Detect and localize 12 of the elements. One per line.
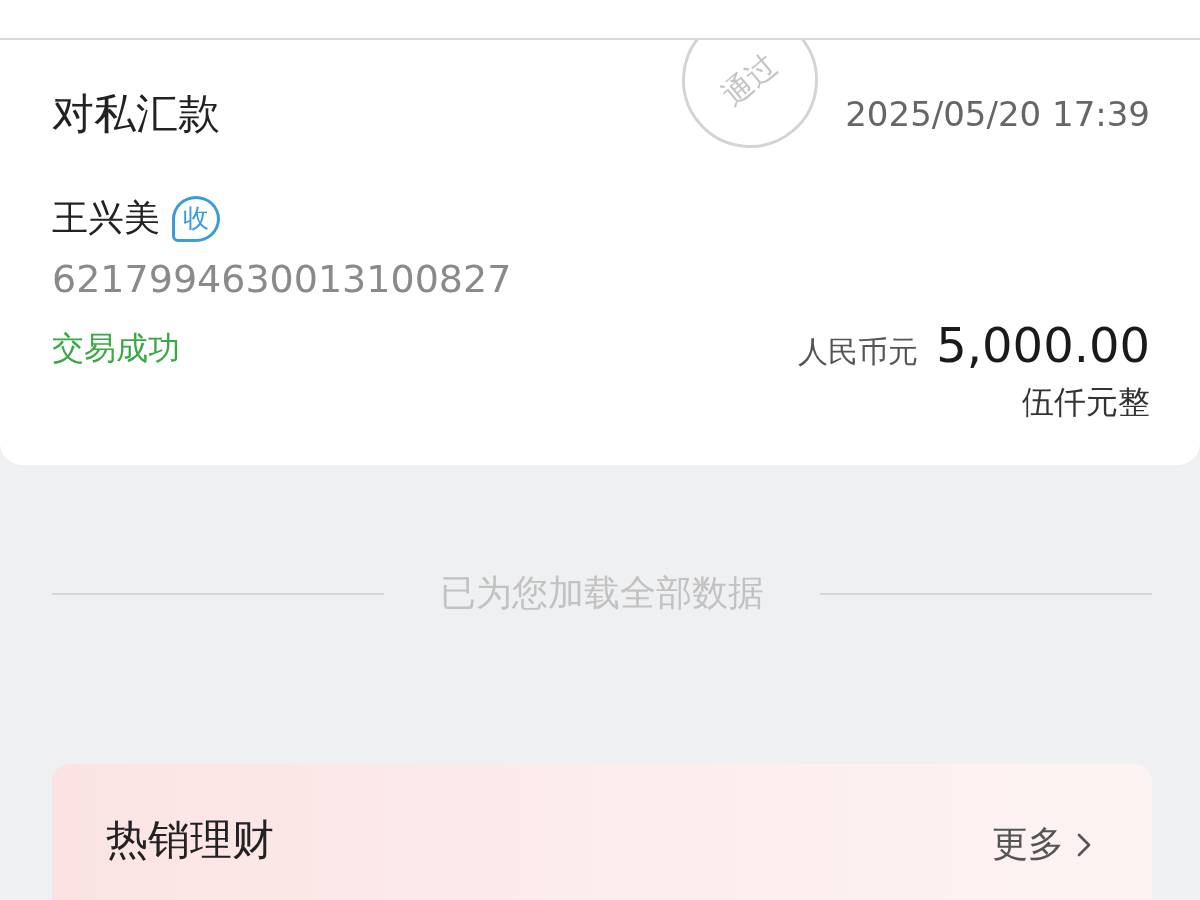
receive-badge: 收 [172,195,220,242]
amount-in-words: 伍仟元整 [1022,382,1150,423]
transaction-card[interactable]: 通过 对私汇款 2025/05/20 17:39 王兴美 收 6217994630013100827 交易成功 人民币元 5,000.00 伍仟元整 [0,40,1200,465]
amount: 5,000.00 [936,317,1150,373]
currency-label: 人民币元 [798,333,919,371]
account-number: 6217994630013100827 [52,257,513,301]
transaction-status: 交易成功 [52,328,180,369]
more-link[interactable]: 更多 [992,820,1104,869]
promo-title: 热销理财 [106,814,274,866]
transaction-time: 2025/05/20 17:39 [845,94,1150,134]
transaction-type: 对私汇款 [52,88,220,140]
payee-name: 王兴美 [52,196,160,240]
